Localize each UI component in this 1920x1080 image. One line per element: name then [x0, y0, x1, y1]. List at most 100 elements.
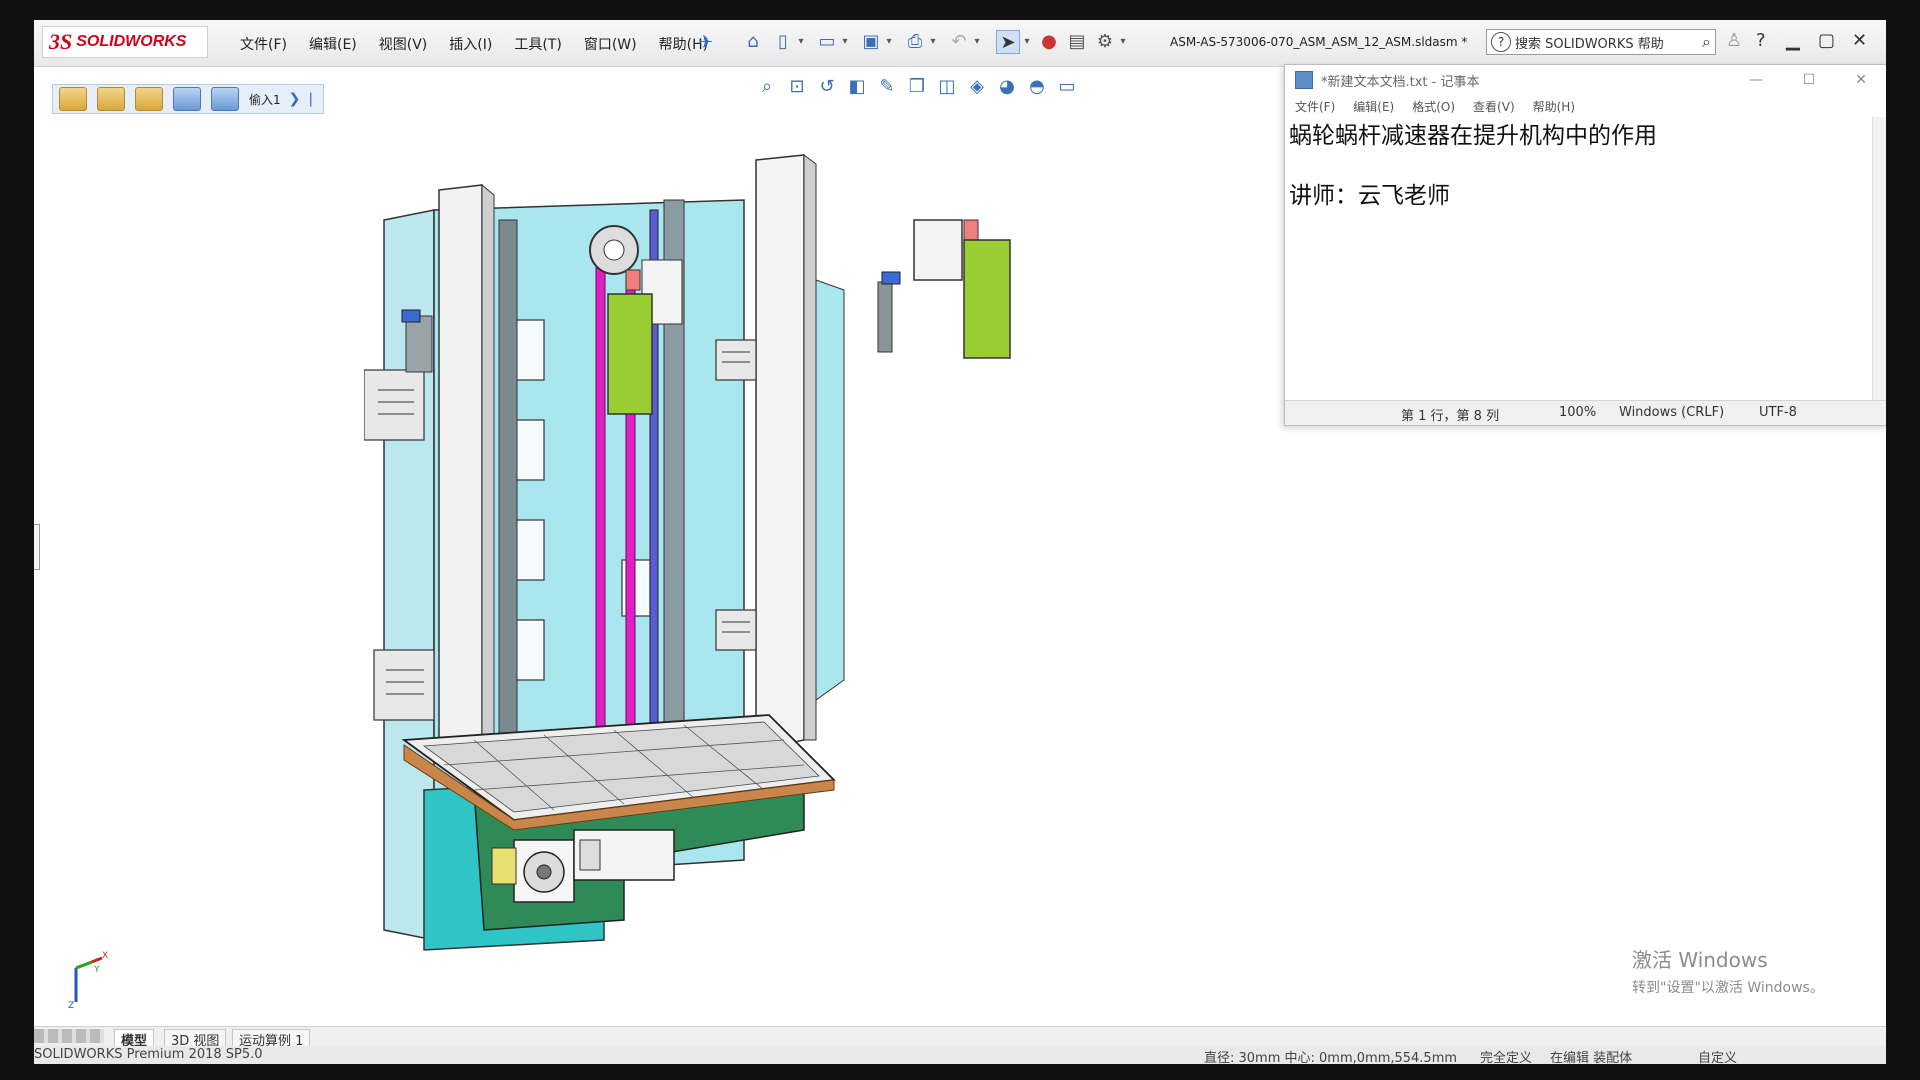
apply-scene-icon[interactable]: ◓ — [1022, 76, 1052, 97]
maximize-icon[interactable]: ☐ — [1803, 72, 1816, 88]
status-bar: SOLIDWORKS Premium 2018 SP5.0 直径: 30mm 中… — [34, 1046, 1886, 1064]
exploded-sensor — [877, 281, 893, 353]
chevron-down-icon[interactable]: ▾ — [884, 30, 894, 52]
chevron-down-icon[interactable]: ▾ — [928, 30, 938, 52]
coupling — [491, 847, 517, 885]
notepad-menu-help[interactable]: 帮助(H) — [1533, 98, 1575, 115]
menu-tools[interactable]: 工具(T) — [514, 34, 561, 54]
menu-edit[interactable]: 编辑(E) — [309, 34, 357, 54]
left-column-side — [481, 183, 495, 761]
notepad-window[interactable]: *新建文本文档.txt - 记事本 — ☐ ✕ 文件(F) 编辑(E) 格式(O… — [1284, 64, 1886, 426]
heads-up-view-toolbar: ⌕ ⊡ ↺ ◧ ✎ ❒ ◫ ◈ ◕ ◓ ▭ — [752, 76, 1082, 97]
y-axis-label: Y — [93, 965, 100, 975]
notepad-text-area[interactable]: 蜗轮蜗杆减速器在提升机构中的作用 讲师：云飞老师 — [1285, 117, 1871, 401]
exploded-parts[interactable] — [874, 190, 1054, 390]
maximize-icon[interactable]: ▢ — [1818, 30, 1835, 51]
notepad-menu-edit[interactable]: 编辑(E) — [1353, 98, 1394, 115]
watermark-title: 激活 Windows — [1632, 948, 1768, 972]
save-icon[interactable]: ▣ — [860, 30, 882, 52]
watermark-subtitle: 转到"设置"以激活 Windows。 — [1632, 980, 1824, 996]
help-search-box[interactable]: ? 搜索 SOLIDWORKS 帮助 ⌕ — [1486, 29, 1716, 55]
help-icon[interactable]: ? — [1756, 30, 1766, 51]
assembly-icon[interactable] — [97, 87, 125, 111]
right-side-plate — [815, 279, 845, 701]
feature-manager-handle[interactable] — [34, 524, 40, 570]
close-icon[interactable]: ✕ — [1852, 30, 1867, 51]
breadcrumb-label[interactable]: 偷入1 — [249, 91, 281, 108]
tab-scroll-arrows[interactable] — [34, 1029, 104, 1043]
notepad-menu-format[interactable]: 格式(O) — [1412, 98, 1455, 115]
chevron-down-icon[interactable]: ▾ — [840, 30, 850, 52]
pin-icon[interactable]: ✈ — [698, 32, 713, 53]
traffic-light-icon[interactable]: ● — [1038, 30, 1060, 52]
hide-show-icon[interactable]: ◈ — [962, 76, 992, 97]
chevron-down-icon[interactable]: ▾ — [1118, 30, 1128, 52]
menu-insert[interactable]: 插入(I) — [449, 34, 492, 54]
file-properties-icon[interactable]: ▤ — [1066, 30, 1088, 52]
view-orientation-icon[interactable]: ❒ — [902, 76, 932, 97]
units-system[interactable]: 自定义 — [1698, 1047, 1737, 1064]
clamp-red — [625, 269, 641, 291]
top-pulley-hub — [603, 239, 625, 261]
notepad-title: *新建文本文档.txt - 记事本 — [1321, 74, 1480, 90]
chevron-down-icon[interactable]: ▾ — [796, 30, 806, 52]
menu-view[interactable]: 视图(V) — [379, 34, 428, 54]
user-icon[interactable]: ♙ — [1726, 30, 1742, 51]
left-column — [438, 184, 483, 766]
rail-left — [498, 219, 518, 781]
minimize-icon[interactable]: ▁ — [1786, 30, 1800, 51]
menu-window[interactable]: 窗口(W) — [584, 34, 637, 54]
notepad-scrollbar[interactable] — [1872, 117, 1886, 401]
exploded-clamp — [963, 219, 979, 241]
edit-appearance-icon[interactable]: ◕ — [992, 76, 1022, 97]
notepad-status-bar: 第 1 行，第 8 列 100% Windows (CRLF) UTF-8 — [1285, 400, 1886, 425]
assembly-icon[interactable] — [135, 87, 163, 111]
home-icon[interactable]: ⌂ — [742, 30, 764, 52]
zoom-to-fit-icon[interactable]: ⌕ — [752, 76, 782, 97]
exploded-sensor-head — [881, 271, 901, 285]
view-settings-icon[interactable]: ▭ — [1052, 76, 1082, 97]
part-icon[interactable] — [173, 87, 201, 111]
display-style-icon[interactable]: ◫ — [932, 76, 962, 97]
help-question-icon: ? — [1491, 32, 1511, 52]
solidworks-logo[interactable]: 3S SOLIDWORKS — [42, 26, 208, 58]
bottom-tabs: 模型 3D 视图 运动算例 1 — [34, 1026, 1886, 1050]
notepad-icon — [1295, 71, 1313, 89]
part-icon[interactable] — [211, 87, 239, 111]
right-column-side — [803, 154, 817, 741]
notepad-menu-view[interactable]: 查看(V) — [1473, 98, 1515, 115]
z-axis-label: Z — [68, 1001, 74, 1010]
motor-flange — [579, 839, 601, 871]
notepad-cursor-position: 第 1 行，第 8 列 — [1401, 409, 1500, 424]
chevron-down-icon[interactable]: ▾ — [1022, 30, 1032, 52]
search-icon[interactable]: ⌕ — [1702, 32, 1711, 52]
minimize-icon[interactable]: — — [1749, 72, 1763, 88]
breadcrumb: 偷入1 ❯ ❘ — [52, 84, 324, 114]
sensor-head — [401, 309, 421, 323]
gear-icon[interactable]: ⚙ — [1094, 30, 1116, 52]
open-folder-icon[interactable]: ▭ — [816, 30, 838, 52]
assembly-icon[interactable] — [59, 87, 87, 111]
dynamic-annotation-icon[interactable]: ✎ — [872, 76, 902, 97]
breadcrumb-caret-icon[interactable]: ❯ ❘ — [289, 91, 317, 107]
reducer-shaft — [536, 864, 552, 880]
desktop-screen: 3S SOLIDWORKS 文件(F) 编辑(E) 视图(V) 插入(I) 工具… — [34, 20, 1886, 1064]
main-menu: 文件(F) 编辑(E) 视图(V) 插入(I) 工具(T) 窗口(W) 帮助(H… — [240, 34, 730, 54]
undo-icon[interactable]: ↶ — [948, 30, 970, 52]
notepad-line-ending: Windows (CRLF) — [1619, 405, 1725, 420]
logo-text: SOLIDWORKS — [76, 33, 187, 50]
exploded-slider-block — [963, 239, 1011, 359]
zoom-area-icon[interactable]: ⊡ — [782, 76, 812, 97]
ds-logo-icon: 3S — [49, 29, 73, 54]
sensor-body — [405, 315, 433, 373]
notepad-menu-file[interactable]: 文件(F) — [1295, 98, 1335, 115]
menu-file[interactable]: 文件(F) — [240, 34, 287, 54]
close-icon[interactable]: ✕ — [1855, 72, 1867, 88]
print-icon[interactable]: ⎙ — [904, 30, 926, 52]
new-document-icon[interactable]: ▯ — [772, 30, 794, 52]
chevron-down-icon[interactable]: ▾ — [972, 30, 982, 52]
previous-view-icon[interactable]: ↺ — [812, 76, 842, 97]
edit-mode: 在编辑 装配体 — [1550, 1051, 1633, 1064]
section-view-icon[interactable]: ◧ — [842, 76, 872, 97]
select-pointer-icon[interactable]: ➤ — [996, 30, 1020, 54]
